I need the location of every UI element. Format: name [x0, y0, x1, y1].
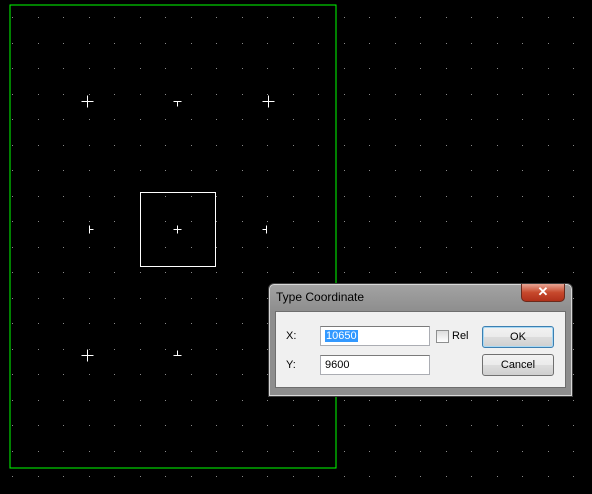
rel-label: Rel [452, 330, 469, 342]
y-coordinate-input[interactable]: 9600 [320, 355, 430, 375]
dialog-title: Type Coordinate [276, 290, 365, 304]
y-coordinate-value: 9600 [325, 359, 350, 371]
pcb-canvas[interactable] [0, 0, 592, 494]
close-button[interactable]: ✕ [521, 284, 565, 302]
ok-button[interactable]: OK [482, 326, 554, 348]
x-label: X: [286, 330, 297, 342]
dialog-body: X: 10650 Rel OK Y: 9600 Cancel [275, 311, 566, 388]
x-coordinate-input[interactable]: 10650 [320, 326, 430, 346]
y-label: Y: [286, 359, 296, 371]
close-icon: ✕ [537, 284, 549, 299]
x-coordinate-value: 10650 [325, 330, 358, 342]
type-coordinate-dialog: Type Coordinate ✕ X: 10650 Rel OK Y: 960… [268, 283, 573, 397]
cancel-button[interactable]: Cancel [482, 354, 554, 376]
rel-checkbox[interactable] [436, 330, 449, 343]
